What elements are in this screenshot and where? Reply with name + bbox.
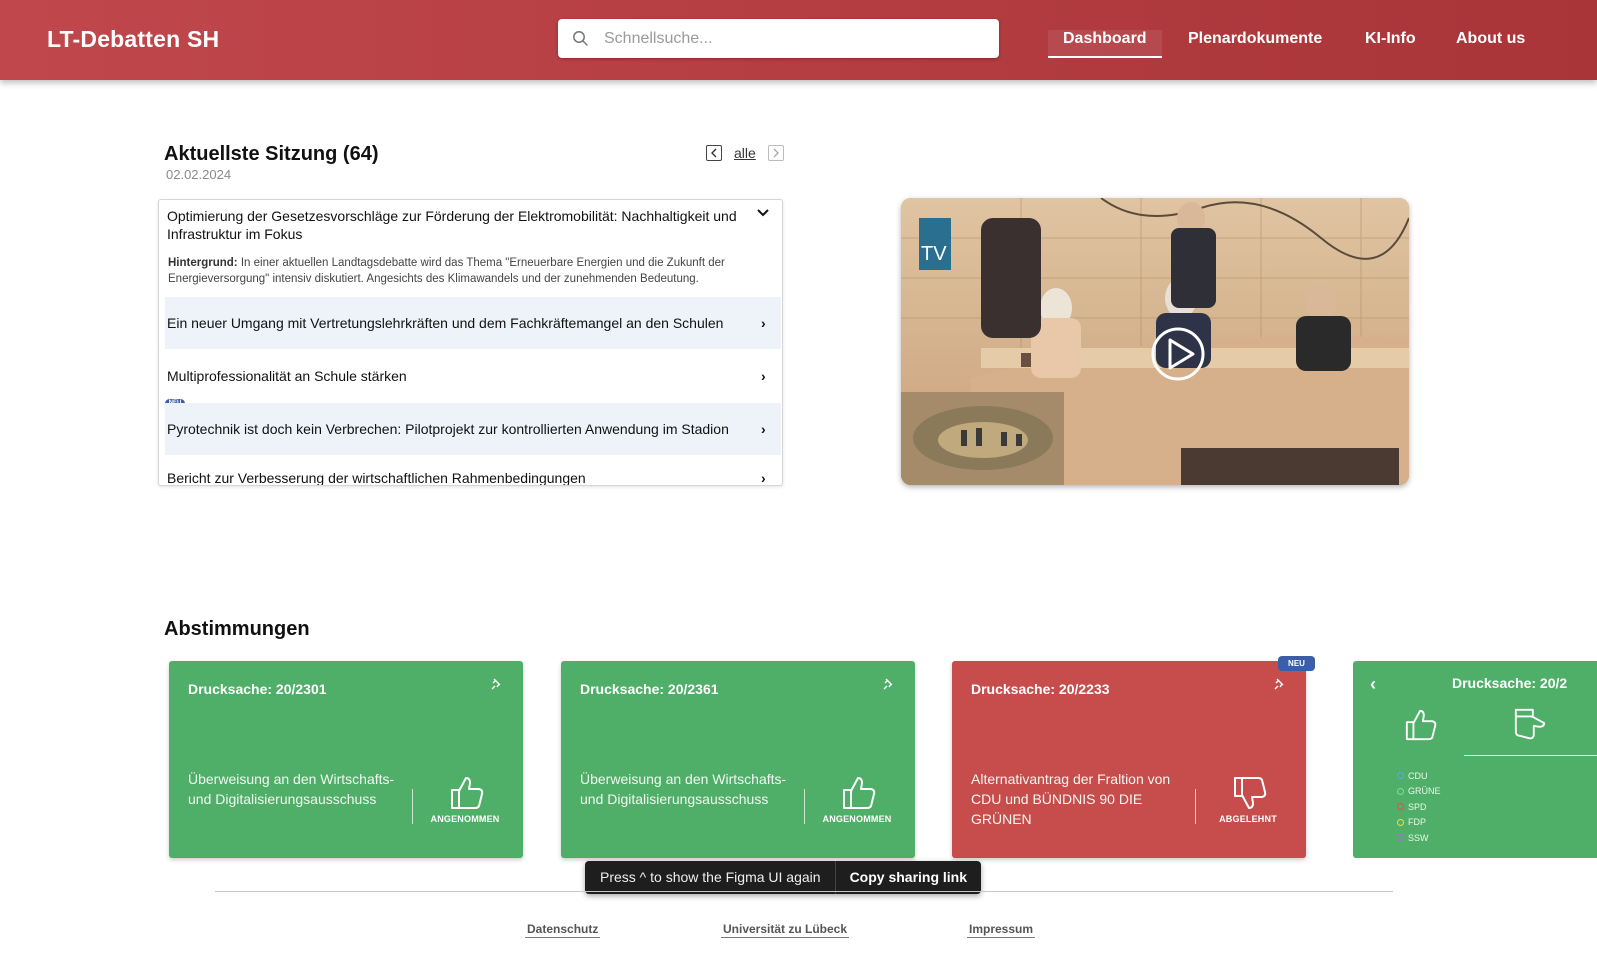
drucksache-label: Drucksache: 20/2301 xyxy=(188,681,327,697)
thumbs-up-icon xyxy=(451,777,484,809)
prev-session-button[interactable] xyxy=(706,145,722,161)
vote-description: Überweisung an den Wirtschafts- und Digi… xyxy=(188,771,395,807)
pin-icon[interactable] xyxy=(1274,678,1286,690)
party-gruene: GRÜNE xyxy=(1397,784,1441,800)
agenda-item-background: Hintergrund: In einer aktuellen Landtags… xyxy=(168,255,773,287)
drucksache-label: Drucksache: 20/2 xyxy=(1452,675,1568,691)
footer-divider xyxy=(215,891,1393,892)
party-legend: CDU GRÜNE SPD FDP SSW xyxy=(1397,768,1441,846)
background-text: In einer aktuellen Landtagsdebatte wird … xyxy=(168,257,725,285)
thumbs-down-icon xyxy=(1234,777,1267,809)
footer-link-datenschutz[interactable]: Datenschutz xyxy=(525,922,601,938)
vote-card[interactable]: Drucksache: 20/2301 Überweisung an den W… xyxy=(169,661,523,858)
thumbs-up-icon[interactable] xyxy=(1404,708,1438,742)
agenda-item-title: Ein neuer Umgang mit Vertretungslehrkräf… xyxy=(167,315,724,331)
footer-link-impressum[interactable]: Impressum xyxy=(967,922,1036,938)
vote-description: Überweisung an den Wirtschafts- und Digi… xyxy=(580,771,787,807)
vote-status: ANGENOMMEN xyxy=(430,814,500,824)
chevron-right-icon xyxy=(773,148,779,158)
vote-card[interactable]: Drucksache: 20/2233 Alternativantrag der… xyxy=(952,661,1306,858)
chevron-right-icon: › xyxy=(761,368,766,384)
drucksache-label: Drucksache: 20/2233 xyxy=(971,681,1110,697)
vote-status: ANGENOMMEN xyxy=(822,814,892,824)
pin-icon[interactable] xyxy=(883,678,895,690)
video-player[interactable]: TV xyxy=(901,198,1409,485)
agenda-item[interactable]: Bericht zur Verbesserung der wirtschaftl… xyxy=(165,455,781,486)
agenda-item-open-title[interactable]: Optimierung der Gesetzesvorschläge zur F… xyxy=(167,207,762,243)
party-fdp: FDP xyxy=(1397,815,1441,831)
chevron-down-icon[interactable] xyxy=(757,205,769,221)
chevron-right-icon: › xyxy=(761,421,766,437)
thumbs-up-icon xyxy=(843,777,876,809)
tv-label: TV xyxy=(921,243,947,265)
search-icon xyxy=(573,31,588,46)
vote-status: ABGELEHNT xyxy=(1219,814,1277,824)
all-sessions-link[interactable]: alle xyxy=(734,145,756,161)
divider xyxy=(1195,789,1196,824)
brand-logo[interactable]: LT-Debatten SH xyxy=(47,26,219,53)
party-cdu: CDU xyxy=(1397,768,1441,784)
agenda-item-title: Multiprofessionalität an Schule stärken xyxy=(167,368,407,384)
vote-detail-card[interactable]: ‹ Drucksache: 20/2 CDU GRÜNE SPD FDP SSW xyxy=(1353,661,1597,858)
toast-message: Press ^ to show the Figma UI again xyxy=(600,869,821,885)
votes-title: Abstimmungen xyxy=(164,618,310,640)
session-date: 02.02.2024 xyxy=(166,167,232,182)
search-box[interactable] xyxy=(558,19,999,58)
session-title: Aktuellste Sitzung (64) xyxy=(164,143,379,165)
footer-link-universitaet[interactable]: Universität zu Lübeck xyxy=(721,922,850,938)
chevron-left-icon xyxy=(711,148,717,158)
drucksache-label: Drucksache: 20/2361 xyxy=(580,681,719,697)
chevron-right-icon: › xyxy=(761,470,766,486)
new-badge: NEU xyxy=(1278,656,1315,671)
agenda-item[interactable]: Ein neuer Umgang mit Vertretungslehrkräf… xyxy=(165,297,781,349)
copy-sharing-link-button[interactable]: Copy sharing link xyxy=(836,861,981,894)
nav-ki-info[interactable]: KI-Info xyxy=(1365,30,1416,48)
divider xyxy=(804,789,805,824)
chevron-right-icon: › xyxy=(761,315,766,331)
chevron-left-icon[interactable]: ‹ xyxy=(1370,674,1376,695)
divider xyxy=(412,789,413,824)
thumbs-sideways-icon[interactable] xyxy=(1513,707,1547,741)
session-pager: alle xyxy=(706,145,786,165)
video-thumbnail: TV xyxy=(901,198,1409,485)
agenda-item-title: Bericht zur Verbesserung der wirtschaftl… xyxy=(167,470,586,486)
agenda-list: Optimierung der Gesetzesvorschläge zur F… xyxy=(158,199,783,486)
vote-card[interactable]: Drucksache: 20/2361 Überweisung an den W… xyxy=(561,661,915,858)
top-bar: LT-Debatten SH Dashboard Plenardokumente… xyxy=(0,0,1597,80)
figma-toast: Press ^ to show the Figma UI again Copy … xyxy=(585,861,982,894)
agenda-item-title: Pyrotechnik ist doch kein Verbrechen: Pi… xyxy=(167,421,729,437)
background-label: Hintergrund: xyxy=(168,257,238,269)
party-spd: SPD xyxy=(1397,799,1441,815)
vote-description: Alternativantrag der Fraltion von CDU un… xyxy=(971,771,1171,827)
pin-icon[interactable] xyxy=(491,678,503,690)
agenda-item[interactable]: Multiprofessionalität an Schule stärken … xyxy=(165,350,781,402)
nav-dashboard[interactable]: Dashboard xyxy=(1048,30,1162,58)
agenda-item[interactable]: Pyrotechnik ist doch kein Verbrechen: Pi… xyxy=(165,403,781,455)
next-session-button[interactable] xyxy=(768,145,784,161)
search-input[interactable] xyxy=(604,19,989,58)
nav-about-us[interactable]: About us xyxy=(1456,30,1525,48)
divider xyxy=(1464,755,1597,756)
party-ssw: SSW xyxy=(1397,830,1441,846)
nav-plenardokumente[interactable]: Plenardokumente xyxy=(1188,30,1322,48)
